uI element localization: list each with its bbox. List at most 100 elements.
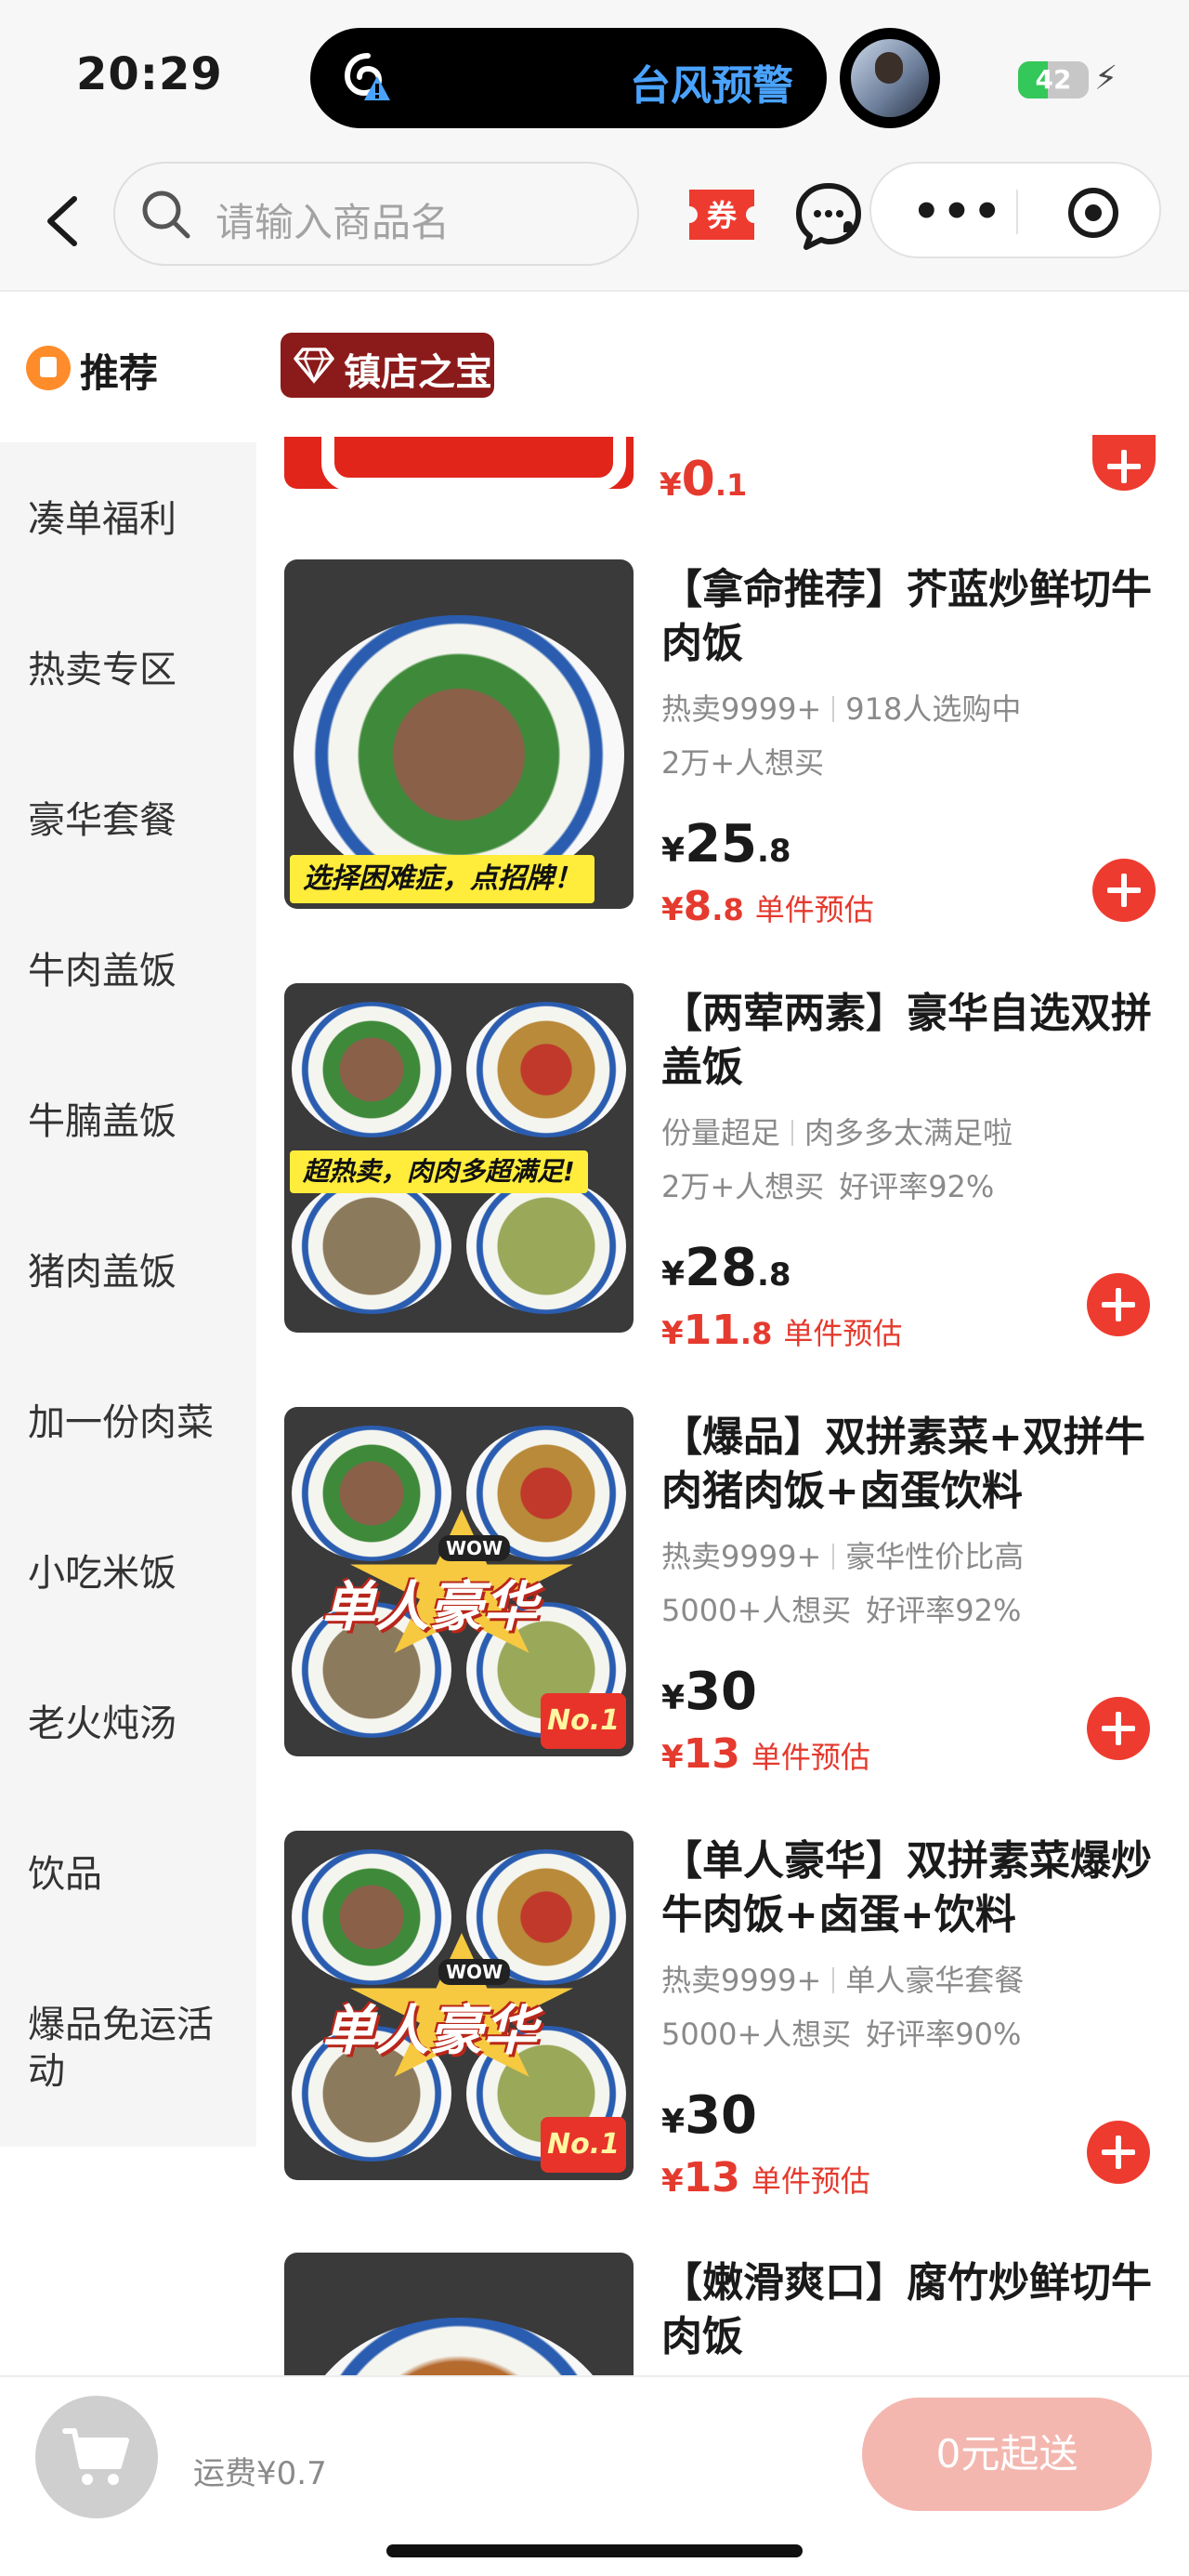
product-card[interactable]: WOW 单人豪华 No.1 【单人豪华】双拼素菜爆炒牛肉饭+卤蛋+饮料 热卖99… [269, 1831, 1189, 2254]
image-banner: 选择困难症，点招牌！ [290, 855, 594, 903]
want-count: 5000+人想买 [661, 1593, 852, 1628]
want-count: 2万+人想买 [661, 745, 825, 781]
want-count: 2万+人想买 [661, 1169, 825, 1204]
product-tags: 热卖9999+ 918人选购中 [661, 686, 1021, 729]
price-currency: ¥ [661, 2103, 686, 2141]
product-tag: 918人选购中 [845, 691, 1022, 727]
search-input[interactable]: 请输入商品名 [113, 162, 639, 266]
estimate-label: 单件预估 [783, 1316, 903, 1351]
product-tags: 热卖9999+ 单人豪华套餐 [661, 1957, 1024, 2000]
product-price: ¥30 [661, 2085, 757, 2146]
product-image[interactable]: WOW 单人豪华 No.1 [284, 1831, 634, 2180]
miniprogram-capsule: ••• [869, 162, 1161, 258]
price-decimal: .8 [739, 1316, 773, 1351]
price-currency: ¥ [661, 1315, 684, 1352]
product-meta: 5000+人想买 好评率92% [661, 1587, 1021, 1630]
wow-sticker: WOW [438, 1535, 511, 1561]
back-icon[interactable] [37, 191, 93, 251]
promo-title: 单人豪华 [321, 1575, 538, 1638]
sidebar-item-brisket-rice[interactable]: 牛腩盖饭 [28, 1098, 243, 1145]
product-card[interactable]: WOW 单人豪华 No.1 【爆品】双拼素菜+双拼牛肉猪肉饭+卤蛋饮料 热卖99… [269, 1407, 1189, 1831]
status-bar: 20:29 台风预警 42 ⚡ [0, 0, 1189, 158]
checkout-button[interactable]: 0元起送 [862, 2398, 1152, 2511]
section-badge: 镇店之宝 [281, 333, 494, 398]
estimate-label: 单件预估 [751, 2163, 870, 2199]
section-badge-label: 镇店之宝 [344, 351, 492, 394]
avatar-container[interactable] [840, 28, 940, 128]
target-icon[interactable] [1066, 186, 1120, 240]
sidebar-item-drinks[interactable]: 饮品 [28, 1851, 243, 1898]
product-price: ¥30 [661, 1662, 757, 1722]
tag-divider [832, 1967, 835, 1993]
add-to-cart-button[interactable] [1087, 2121, 1150, 2184]
sidebar-item-free-delivery[interactable]: 爆品免运活动 [28, 2002, 243, 2095]
product-image[interactable]: 超热卖，肉肉多超满足! [284, 983, 634, 1333]
sidebar-item-extra-meat[interactable]: 加一份肉菜 [28, 1400, 243, 1446]
product-tag: 单人豪华套餐 [845, 1963, 1025, 1998]
recommend-icon [26, 346, 71, 390]
add-to-cart-button[interactable] [1092, 435, 1156, 491]
nav-bar: 请输入商品名 券 ••• [0, 158, 1189, 292]
capsule-divider [1016, 190, 1018, 234]
tag-divider [791, 1120, 794, 1146]
want-count: 5000+人想买 [661, 2017, 852, 2052]
product-meta: 2万+人想买 [661, 740, 824, 782]
more-icon[interactable]: ••• [912, 186, 1003, 238]
coupon-icon[interactable]: 券 [686, 182, 758, 247]
estimate-label: 单件预估 [751, 1740, 870, 1775]
sales-no1-badge: No.1 [541, 1693, 626, 1749]
product-image[interactable]: 选择困难症，点招牌！ [284, 559, 634, 909]
price-decimal: .8 [757, 1256, 791, 1294]
product-tag: 份量超足 [661, 1115, 781, 1150]
price-integer: 11 [683, 1307, 740, 1354]
food-plate [292, 1002, 451, 1137]
price-decimal: .8 [757, 833, 791, 870]
home-indicator[interactable] [386, 2544, 803, 2557]
product-price: ¥28.8 [661, 1238, 791, 1298]
product-title: 【单人豪华】双拼素菜爆炒牛肉饭+卤蛋+饮料 [661, 1837, 1152, 1939]
estimated-price: ¥13 单件预估 [661, 1730, 870, 1778]
product-price: ¥25.8 [661, 814, 791, 874]
product-tag: 肉多多太满足啦 [804, 1115, 1013, 1150]
sidebar-item-soup[interactable]: 老火炖汤 [28, 1701, 243, 1747]
rating-rate: 好评率92% [839, 1169, 995, 1204]
product-card[interactable]: 【嫩滑爽口】腐竹炒鲜切牛肉饭 [269, 2253, 1189, 2375]
price-integer: 13 [683, 1730, 740, 1778]
charging-bolt-icon: ⚡ [1094, 59, 1118, 98]
price-integer: 30 [685, 2085, 757, 2146]
sidebar-item-pork-rice[interactable]: 猪肉盖饭 [28, 1249, 243, 1295]
typhoon-warning-icon [344, 53, 390, 100]
product-card[interactable]: 选择困难症，点招牌！ 【拿命推荐】芥蓝炒鲜切牛肉饭 热卖9999+ 918人选购中… [269, 559, 1189, 983]
food-plate [294, 615, 624, 894]
sidebar-item-hot[interactable]: 热卖专区 [28, 647, 243, 693]
sidebar-item-label: 推荐 [80, 350, 159, 396]
dynamic-island-alert[interactable]: 台风预警 [310, 28, 827, 128]
sidebar-item-snacks-rice[interactable]: 小吃米饭 [28, 1550, 243, 1597]
add-to-cart-button[interactable] [1087, 1273, 1150, 1336]
add-to-cart-button[interactable] [1087, 1697, 1150, 1760]
sidebar-item-deluxe-set[interactable]: 豪华套餐 [28, 797, 243, 844]
sidebar-item-coudan[interactable]: 凑单福利 [28, 496, 243, 543]
product-image[interactable]: WOW 单人豪华 No.1 [284, 1407, 634, 1756]
promo-title: 单人豪华 [321, 1999, 538, 2062]
product-image[interactable] [284, 2253, 634, 2375]
battery-indicator: 42 [1018, 61, 1089, 99]
category-sidebar: 推荐 凑单福利 热卖专区 豪华套餐 牛肉盖饭 牛腩盖饭 猪肉盖饭 加一份肉菜 小… [0, 294, 256, 2147]
product-image-partial[interactable] [284, 437, 634, 489]
typhoon-alert-text: 台风预警 [630, 62, 793, 110]
image-banner: 超热卖，肉肉多超满足! [290, 1150, 588, 1193]
rating-rate: 好评率90% [866, 2017, 1022, 2052]
delivery-fee: 运费¥0.7 [193, 2455, 327, 2492]
price-currency: ¥ [661, 1739, 684, 1776]
product-card[interactable]: 超热卖，肉肉多超满足! 【两荤两素】豪华自选双拼盖饭 份量超足 肉多多太满足啦 2… [269, 983, 1189, 1407]
cart-button[interactable] [35, 2396, 158, 2518]
sidebar-item-recommend[interactable]: 推荐 [0, 294, 256, 442]
chat-icon[interactable] [791, 178, 866, 253]
food-plate [292, 1426, 451, 1561]
add-to-cart-button[interactable] [1092, 859, 1156, 922]
price-integer: 30 [685, 1662, 757, 1722]
price-decimal: .8 [712, 892, 744, 927]
product-tag: 热卖9999+ [661, 1539, 822, 1574]
sidebar-item-beef-rice[interactable]: 牛肉盖饭 [28, 948, 243, 994]
price-integer: 28 [685, 1238, 757, 1298]
